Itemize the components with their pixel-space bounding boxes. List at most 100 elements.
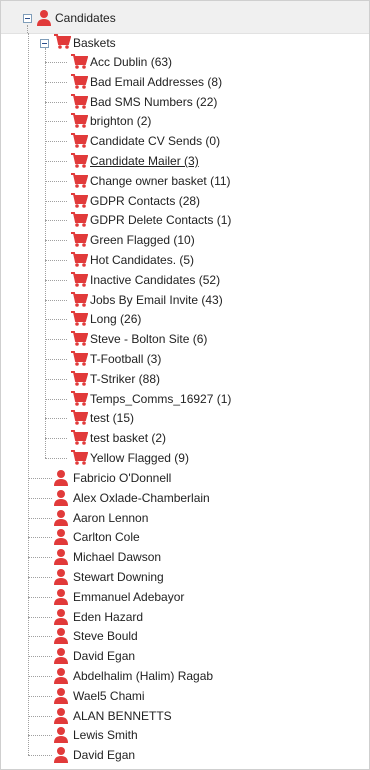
cart-icon [71, 410, 88, 425]
candidate-item[interactable]: Eden Hazard [73, 607, 143, 627]
candidate-item[interactable]: Abdelhalim (Halim) Ragab [73, 666, 213, 686]
person-icon [54, 549, 68, 565]
tree-line-horizontal [45, 181, 67, 182]
basket-item[interactable]: Change owner basket (11) [90, 171, 231, 191]
candidate-item[interactable]: Lewis Smith [73, 725, 138, 745]
candidate-item[interactable]: Carlton Cole [73, 527, 140, 547]
tree-line-horizontal [28, 537, 52, 538]
basket-item-label: T-Striker (88) [90, 372, 161, 386]
basket-item-label: Yellow Flagged (9) [90, 451, 189, 465]
candidate-item-label: Aaron Lennon [73, 511, 149, 525]
candidate-item[interactable]: Steve Bould [73, 626, 138, 646]
cart-icon [71, 272, 88, 287]
tree-line-horizontal [45, 458, 67, 459]
tree-line-horizontal [45, 240, 67, 241]
basket-item[interactable]: Bad Email Addresses (8) [90, 72, 222, 92]
basket-item-label: Jobs By Email Invite (43) [90, 293, 223, 307]
candidate-item[interactable]: Emmanuel Adebayor [73, 587, 184, 607]
candidate-item-label: Stewart Downing [73, 570, 164, 584]
person-icon [54, 648, 68, 664]
basket-item-label: Steve - Bolton Site (6) [90, 332, 208, 346]
basket-item[interactable]: Temps_Comms_16927 (1) [90, 389, 231, 409]
tree-line-horizontal [45, 379, 67, 380]
basket-item[interactable]: Steve - Bolton Site (6) [90, 329, 207, 349]
candidate-item-label: Emmanuel Adebayor [73, 590, 185, 604]
basket-item[interactable]: T-Striker (88) [90, 369, 160, 389]
basket-item-label: Hot Candidates. (5) [90, 253, 195, 267]
person-icon [54, 688, 68, 704]
basket-item[interactable]: test basket (2) [90, 428, 166, 448]
basket-item[interactable]: Candidate CV Sends (0) [90, 131, 220, 151]
collapse-toggle-baskets[interactable] [40, 39, 49, 48]
basket-item[interactable]: Jobs By Email Invite (43) [90, 290, 223, 310]
tree-line-horizontal [28, 735, 52, 736]
person-icon [54, 529, 68, 545]
collapse-toggle-root[interactable] [23, 14, 32, 23]
tree-line-horizontal [45, 418, 67, 419]
basket-item-label: Candidate Mailer (3) [90, 154, 199, 168]
person-icon [54, 747, 68, 763]
candidate-item-label: Wael5 Chami [73, 689, 145, 703]
basket-item[interactable]: Inactive Candidates (52) [90, 270, 220, 290]
candidate-item-label: ALAN BENNETTS [73, 709, 172, 723]
candidate-item-label: Michael Dawson [73, 550, 162, 564]
tree-line-horizontal [28, 577, 52, 578]
tree-line-horizontal [45, 359, 67, 360]
candidate-item[interactable]: David Egan [73, 646, 135, 666]
cart-icon [71, 292, 88, 307]
basket-item-label: Temps_Comms_16927 (1) [90, 392, 232, 406]
candidate-item-label: Steve Bould [73, 629, 138, 643]
basket-item[interactable]: Acc Dublin (63) [90, 52, 172, 72]
cart-icon [71, 351, 88, 366]
tree-line-horizontal [45, 319, 67, 320]
candidate-item[interactable]: David Egan [73, 745, 135, 765]
basket-item[interactable]: GDPR Contacts (28) [90, 191, 200, 211]
candidate-item[interactable]: Stewart Downing [73, 567, 164, 587]
cart-icon [71, 173, 88, 188]
basket-item[interactable]: GDPR Delete Contacts (1) [90, 210, 231, 230]
basket-item-label: test basket (2) [90, 431, 167, 445]
candidate-item[interactable]: ALAN BENNETTS [73, 706, 172, 726]
basket-item[interactable]: test (15) [90, 408, 134, 428]
basket-item[interactable]: brighton (2) [90, 111, 151, 131]
candidate-item[interactable]: Alex Oxlade-Chamberlain [73, 488, 210, 508]
basket-item[interactable]: Hot Candidates. (5) [90, 250, 194, 270]
person-icon [54, 589, 68, 605]
tree-line-horizontal [45, 62, 67, 63]
cart-icon [71, 113, 88, 128]
cart-icon [71, 74, 88, 89]
candidate-item[interactable]: Aaron Lennon [73, 508, 148, 528]
candidate-item-label: Abdelhalim (Halim) Ragab [73, 669, 214, 683]
candidate-item-label: Fabricio O'Donnell [73, 471, 172, 485]
basket-item[interactable]: Bad SMS Numbers (22) [90, 92, 217, 112]
tree-node-baskets[interactable]: Baskets [73, 33, 116, 53]
basket-item[interactable]: Candidate Mailer (3) [90, 151, 199, 171]
candidate-item[interactable]: Wael5 Chami [73, 686, 145, 706]
candidate-item-label: Eden Hazard [73, 610, 144, 624]
cart-icon [71, 193, 88, 208]
cart-icon [71, 232, 88, 247]
basket-item-label: brighton (2) [90, 114, 152, 128]
tree-node-candidates[interactable]: Candidates [55, 8, 116, 28]
person-icon [54, 668, 68, 684]
person-icon [54, 569, 68, 585]
person-icon [37, 10, 51, 26]
tree-line-horizontal [28, 656, 52, 657]
cart-icon [71, 331, 88, 346]
candidate-item[interactable]: Fabricio O'Donnell [73, 468, 171, 488]
tree-line-horizontal [28, 597, 52, 598]
cart-icon [71, 153, 88, 168]
basket-item-label: GDPR Delete Contacts (1) [90, 213, 232, 227]
tree-line-horizontal [45, 280, 67, 281]
basket-item-label: Change owner basket (11) [90, 174, 231, 188]
person-icon [54, 628, 68, 644]
basket-item[interactable]: Long (26) [90, 309, 141, 329]
tree-line-horizontal [28, 676, 52, 677]
basket-item-label: Bad SMS Numbers (22) [90, 95, 218, 109]
basket-item[interactable]: Green Flagged (10) [90, 230, 195, 250]
tree-line-horizontal [45, 121, 67, 122]
candidate-item[interactable]: Michael Dawson [73, 547, 161, 567]
basket-item[interactable]: T-Football (3) [90, 349, 161, 369]
tree-line-horizontal [45, 82, 67, 83]
basket-item[interactable]: Yellow Flagged (9) [90, 448, 189, 468]
